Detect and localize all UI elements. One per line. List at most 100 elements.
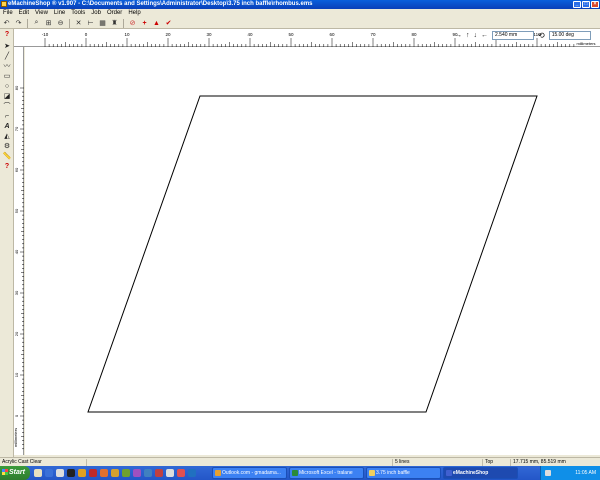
- menu-help[interactable]: Help: [125, 9, 143, 18]
- menu-file[interactable]: File: [0, 9, 16, 18]
- rhombus-shape[interactable]: [87, 95, 538, 413]
- left-ruler-tick-label: 80: [14, 85, 19, 90]
- top-ruler-tick-label: 50: [288, 32, 294, 37]
- material-icon[interactable]: ♜: [110, 19, 119, 28]
- zoom-icon[interactable]: ⌕: [32, 19, 41, 28]
- rectangle-icon[interactable]: ▭: [1, 71, 13, 81]
- left-ruler-tick-label: 40: [14, 249, 19, 254]
- fill-tool-icon[interactable]: ◪: [1, 91, 13, 101]
- menu-view[interactable]: View: [32, 9, 51, 18]
- status-material: Acrylic Cast Clear: [2, 459, 42, 465]
- excel-icon: [292, 470, 298, 476]
- task-folder[interactable]: 3.75 inch baffle: [366, 467, 441, 479]
- nudge-up-arrow-icon[interactable]: ↑: [466, 32, 470, 39]
- clock: 11:05 AM: [575, 470, 596, 476]
- checkmark-icon[interactable]: ✔: [164, 19, 173, 28]
- grid-icon[interactable]: ▦: [98, 19, 107, 28]
- ruler-icon[interactable]: 📏: [1, 151, 13, 161]
- media-icon[interactable]: [67, 469, 75, 477]
- app-red-icon[interactable]: [89, 469, 97, 477]
- menu-edit[interactable]: Edit: [16, 9, 32, 18]
- status-coords: 17.715 mm, 85.519 mm: [510, 459, 600, 466]
- title-bar: eMachineShop ® v1.907 - C:\Documents and…: [0, 0, 600, 9]
- close-button[interactable]: ×: [591, 1, 599, 8]
- start-label: Start: [9, 469, 25, 476]
- task-outlook[interactable]: Outlook.com - gmadama...: [212, 467, 287, 479]
- top-ruler-tick-label: 0: [85, 32, 88, 37]
- app-navy-icon[interactable]: [188, 469, 196, 477]
- tool-palette: ? ➤ ╱ 〰 ▭ ○ ◪ ⌒ ⌐ A ◭ ⚙ 📏 ?: [0, 29, 14, 458]
- cut-icon[interactable]: ✕: [74, 19, 83, 28]
- left-ruler-tick-label: 0: [14, 414, 19, 417]
- start-button[interactable]: Start: [0, 466, 30, 480]
- redo-icon[interactable]: ↷: [14, 19, 23, 28]
- menu-job[interactable]: Job: [88, 9, 104, 18]
- quick-launch: [34, 469, 196, 477]
- desktop-icon[interactable]: [34, 469, 42, 477]
- task-excel-label: Microsoft Excel - tralane: [299, 470, 353, 476]
- check-cost-icon[interactable]: ⊘: [128, 19, 137, 28]
- top-ruler-tick-label: 60: [329, 32, 335, 37]
- app-white-icon[interactable]: [166, 469, 174, 477]
- status-line-count: 5 lines: [392, 459, 482, 466]
- top-ruler-tick-label: -10: [42, 32, 49, 37]
- top-ruler-tick-label: 80: [411, 32, 417, 37]
- task-outlook-label: Outlook.com - gmadama...: [222, 470, 281, 476]
- nudge-distance-field[interactable]: 2.540 mm: [492, 30, 534, 40]
- task-emachineshop-label: eMachineShop: [453, 470, 489, 476]
- text-icon[interactable]: ⌒: [1, 101, 13, 111]
- left-ruler-tick-label: 10: [14, 372, 19, 377]
- circle-icon[interactable]: ○: [1, 81, 13, 91]
- add-icon[interactable]: +: [140, 19, 149, 28]
- folder-icon[interactable]: [78, 469, 86, 477]
- windows-logo-icon: [2, 469, 8, 475]
- system-tray: 11:05 AM: [540, 466, 600, 480]
- top-ruler-tick-label: 30: [206, 32, 212, 37]
- app-pink-icon[interactable]: [177, 469, 185, 477]
- left-ruler-tick-label: 50: [14, 208, 19, 213]
- status-empty-cell: [86, 459, 392, 466]
- app-orange-icon[interactable]: [100, 469, 108, 477]
- app-darkred-icon[interactable]: [155, 469, 163, 477]
- app-blue-icon[interactable]: [144, 469, 152, 477]
- nudge-left-arrow-icon[interactable]: ←: [481, 32, 488, 39]
- freehand-icon[interactable]: 〰: [1, 61, 13, 71]
- app-green-icon[interactable]: [122, 469, 130, 477]
- tray-icon[interactable]: [545, 470, 551, 476]
- rotate-icon[interactable]: ⟲: [538, 31, 545, 40]
- settings-icon[interactable]: ⚙: [1, 141, 13, 151]
- line-icon[interactable]: ╱: [1, 51, 13, 61]
- undo-icon[interactable]: ↶: [2, 19, 11, 28]
- zoom-out-icon[interactable]: ⊖: [56, 19, 65, 28]
- menu-order[interactable]: Order: [104, 9, 125, 18]
- explorer-icon[interactable]: [56, 469, 64, 477]
- task-excel[interactable]: Microsoft Excel - tralane: [289, 467, 364, 479]
- nudge-right-arrow-icon[interactable]: →: [455, 32, 462, 39]
- arc-icon[interactable]: ⌐: [1, 111, 13, 121]
- paint-icon[interactable]: ◭: [1, 131, 13, 141]
- drawing-canvas[interactable]: [25, 47, 600, 455]
- toolbar-separator: [123, 18, 124, 28]
- ie-icon[interactable]: [45, 469, 53, 477]
- measure-icon[interactable]: ⊢: [86, 19, 95, 28]
- app-purple-icon[interactable]: [133, 469, 141, 477]
- menu-bar: File Edit View Line Tools Job Order Help: [0, 9, 600, 18]
- left-ruler-tick-label: 70: [14, 126, 19, 131]
- maximize-button[interactable]: □: [582, 1, 590, 8]
- question-icon[interactable]: ?: [1, 161, 13, 171]
- left-ruler-tick-label: 60: [14, 167, 19, 172]
- help-icon[interactable]: ?: [1, 29, 13, 39]
- app-gold-icon[interactable]: [111, 469, 119, 477]
- nudge-down-arrow-icon[interactable]: ↓: [474, 32, 478, 39]
- fill-icon[interactable]: ▲: [152, 19, 161, 28]
- menu-tools[interactable]: Tools: [68, 9, 88, 18]
- menu-line[interactable]: Line: [51, 9, 68, 18]
- top-ruler-tick-label: 20: [165, 32, 171, 37]
- rotate-angle-field[interactable]: 15.00 deg: [548, 30, 591, 40]
- select-icon[interactable]: ➤: [1, 41, 13, 51]
- task-emachineshop[interactable]: eMachineShop: [443, 467, 518, 479]
- zoom-fit-icon[interactable]: ⊞: [44, 19, 53, 28]
- nudge-controls: → ↑ ↓ ← 2.540 mm ⟲ 15.00 deg: [455, 30, 591, 40]
- letter-a-icon[interactable]: A: [1, 121, 13, 131]
- minimize-button[interactable]: _: [573, 1, 581, 8]
